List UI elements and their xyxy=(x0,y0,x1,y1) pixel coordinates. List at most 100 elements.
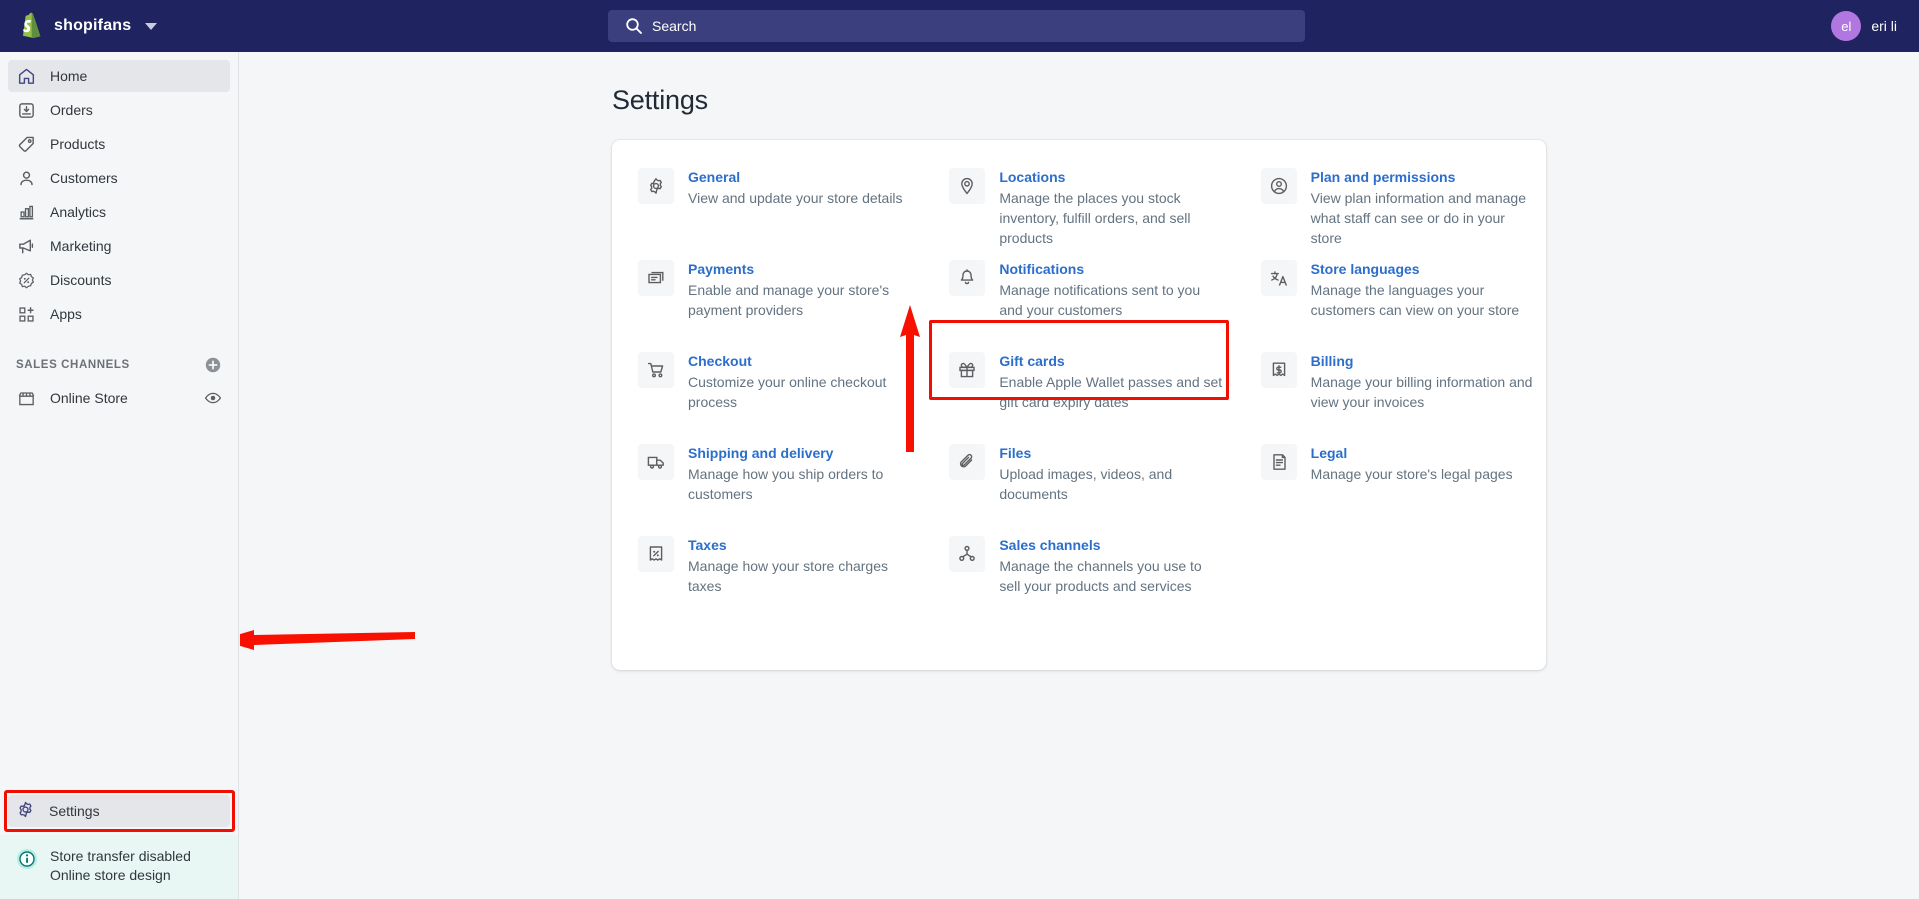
settings-item-general[interactable]: General View and update your store detail… xyxy=(612,166,923,258)
settings-item-legal[interactable]: Legal Manage your store's legal pages xyxy=(1235,442,1546,534)
settings-grid: General View and update your store detail… xyxy=(612,166,1546,626)
settings-item-description: Manage your billing information and view… xyxy=(1310,374,1533,410)
settings-item-sales-channels[interactable]: Sales channels Manage the channels you us… xyxy=(923,534,1234,626)
settings-item-taxes[interactable]: Taxes Manage how your store charges taxes xyxy=(612,534,923,626)
shopify-bag-icon xyxy=(16,11,44,41)
page-title: Settings xyxy=(612,85,708,115)
settings-item-title[interactable]: Files xyxy=(999,443,1224,463)
settings-item-title[interactable]: Notifications xyxy=(999,259,1224,279)
gear-icon xyxy=(16,800,35,822)
settings-item-title[interactable]: Shipping and delivery xyxy=(688,443,913,463)
notice-line-2: Online store design xyxy=(50,867,171,883)
sidebar-item-settings[interactable]: Settings xyxy=(8,795,230,827)
settings-item-title[interactable]: Taxes xyxy=(688,535,913,555)
settings-item-description: Upload images, videos, and documents xyxy=(999,466,1173,502)
shopify-admin-window: shopifans el eri li Home xyxy=(0,0,1919,899)
settings-item-description: Customize your online checkout process xyxy=(688,374,887,410)
settings-item-body: Checkout Customize your online checkout p… xyxy=(688,350,913,442)
settings-item-description: Manage the languages your customers can … xyxy=(1310,282,1520,318)
discount-percent-icon xyxy=(16,270,36,290)
settings-item-plan-and-permissions[interactable]: Plan and permissions View plan informatio… xyxy=(1235,166,1546,258)
plus-circle-icon[interactable] xyxy=(204,356,222,374)
language-translate-icon xyxy=(1260,260,1297,296)
settings-item-billing[interactable]: Billing Manage your billing information a… xyxy=(1235,350,1546,442)
sidebar-item-products[interactable]: Products xyxy=(8,128,230,160)
settings-item-title[interactable]: Locations xyxy=(999,167,1224,187)
settings-item-description: Enable and manage your store's payment p… xyxy=(688,282,890,318)
sidebar-item-label: Discounts xyxy=(50,272,112,288)
settings-item-notifications[interactable]: Notifications Manage notifications sent t… xyxy=(923,258,1234,350)
settings-item-title[interactable]: Store languages xyxy=(1311,259,1536,279)
settings-item-description: Manage your store's legal pages xyxy=(1310,466,1513,482)
search-input[interactable] xyxy=(608,10,1305,42)
apps-grid-plus-icon xyxy=(16,304,36,324)
settings-item-description: View and update your store details xyxy=(688,190,903,206)
bell-icon xyxy=(949,260,986,296)
settings-item-body: Files Upload images, videos, and document… xyxy=(999,442,1224,534)
main-content: Settings General View and update your sto… xyxy=(240,52,1919,899)
marketing-megaphone-icon xyxy=(16,236,36,256)
settings-item-locations[interactable]: Locations Manage the places you stock inv… xyxy=(923,166,1234,258)
settings-item-files[interactable]: Files Upload images, videos, and document… xyxy=(923,442,1234,534)
store-switcher[interactable]: shopifans xyxy=(0,11,239,41)
chevron-down-icon[interactable] xyxy=(145,22,158,30)
settings-item-body: Shipping and delivery Manage how you ship… xyxy=(688,442,913,534)
sales-channel-network-icon xyxy=(949,536,986,572)
arrow-to-settings xyxy=(240,630,415,650)
settings-item-body: Notifications Manage notifications sent t… xyxy=(999,258,1224,350)
avatar: el xyxy=(1831,11,1862,41)
sidebar-item-label: Apps xyxy=(50,306,82,322)
sidebar-item-label: Home xyxy=(50,68,88,84)
settings-item-shipping-and-delivery[interactable]: Shipping and delivery Manage how you ship… xyxy=(612,442,923,534)
settings-item-gift-cards[interactable]: Gift cards Enable Apple Wallet passes and… xyxy=(923,350,1234,442)
settings-item-body: Billing Manage your billing information a… xyxy=(1311,350,1536,442)
profile-circle-icon xyxy=(1260,168,1297,204)
settings-item-description: Manage how you ship orders to customers xyxy=(688,466,884,502)
settings-item-store-languages[interactable]: Store languages Manage the languages your… xyxy=(1235,258,1546,350)
store-name: shopifans xyxy=(54,17,132,34)
settings-item-description: Manage the places you stock inventory, f… xyxy=(999,190,1191,246)
settings-item-title[interactable]: Legal xyxy=(1311,443,1513,463)
delivery-truck-icon xyxy=(638,444,674,480)
sidebar-item-online-store[interactable]: Online Store xyxy=(8,382,230,414)
sidebar-item-home[interactable]: Home xyxy=(8,60,230,92)
sidebar-item-label: Settings xyxy=(49,803,100,819)
settings-item-body: Sales channels Manage the channels you us… xyxy=(999,534,1224,626)
settings-item-payments[interactable]: Payments Enable and manage your store's p… xyxy=(612,258,923,350)
settings-item-body: Taxes Manage how your store charges taxes xyxy=(688,534,913,626)
sidebar-item-customers[interactable]: Customers xyxy=(8,162,230,194)
settings-item-title[interactable]: General xyxy=(688,167,903,187)
sidebar-item-apps[interactable]: Apps xyxy=(8,298,230,330)
user-name: eri li xyxy=(1871,18,1897,34)
settings-item-body: Legal Manage your store's legal pages xyxy=(1311,442,1513,534)
sidebar-item-orders[interactable]: Orders xyxy=(8,94,230,126)
settings-item-description: Manage how your store charges taxes xyxy=(688,558,888,594)
settings-item-body: General View and update your store detail… xyxy=(688,166,903,258)
shopping-cart-icon xyxy=(638,352,674,388)
settings-item-title[interactable]: Plan and permissions xyxy=(1311,167,1536,187)
settings-item-description: Manage notifications sent to you and you… xyxy=(999,282,1201,318)
settings-card: General View and update your store detail… xyxy=(612,140,1546,670)
primary-nav: Home Orders Products Customers Analytics… xyxy=(0,52,238,332)
eye-view-icon[interactable] xyxy=(204,389,222,407)
sidebar-item-label: Marketing xyxy=(50,238,112,254)
store-transfer-notice-text: Store transfer disabled Online store des… xyxy=(50,847,191,885)
settings-item-description: View plan information and manage what st… xyxy=(1310,190,1526,246)
sidebar-item-marketing[interactable]: Marketing xyxy=(8,230,230,262)
sidebar-item-analytics[interactable]: Analytics xyxy=(8,196,230,228)
legal-document-icon xyxy=(1260,444,1297,480)
settings-item-checkout[interactable]: Checkout Customize your online checkout p… xyxy=(612,350,923,442)
settings-item-title[interactable]: Checkout xyxy=(688,351,913,371)
search-container[interactable] xyxy=(608,10,1305,42)
settings-item-description: Enable Apple Wallet passes and set gift … xyxy=(999,374,1223,410)
settings-item-title[interactable]: Billing xyxy=(1311,351,1536,371)
user-menu[interactable]: el eri li xyxy=(1831,10,1897,42)
settings-item-body: Locations Manage the places you stock inv… xyxy=(999,166,1224,258)
settings-item-title[interactable]: Gift cards xyxy=(999,351,1224,371)
settings-item-title[interactable]: Payments xyxy=(688,259,913,279)
settings-item-title[interactable]: Sales channels xyxy=(999,535,1224,555)
home-icon xyxy=(16,66,36,86)
sidebar-item-discounts[interactable]: Discounts xyxy=(8,264,230,296)
settings-item-body: Payments Enable and manage your store's p… xyxy=(688,258,913,350)
